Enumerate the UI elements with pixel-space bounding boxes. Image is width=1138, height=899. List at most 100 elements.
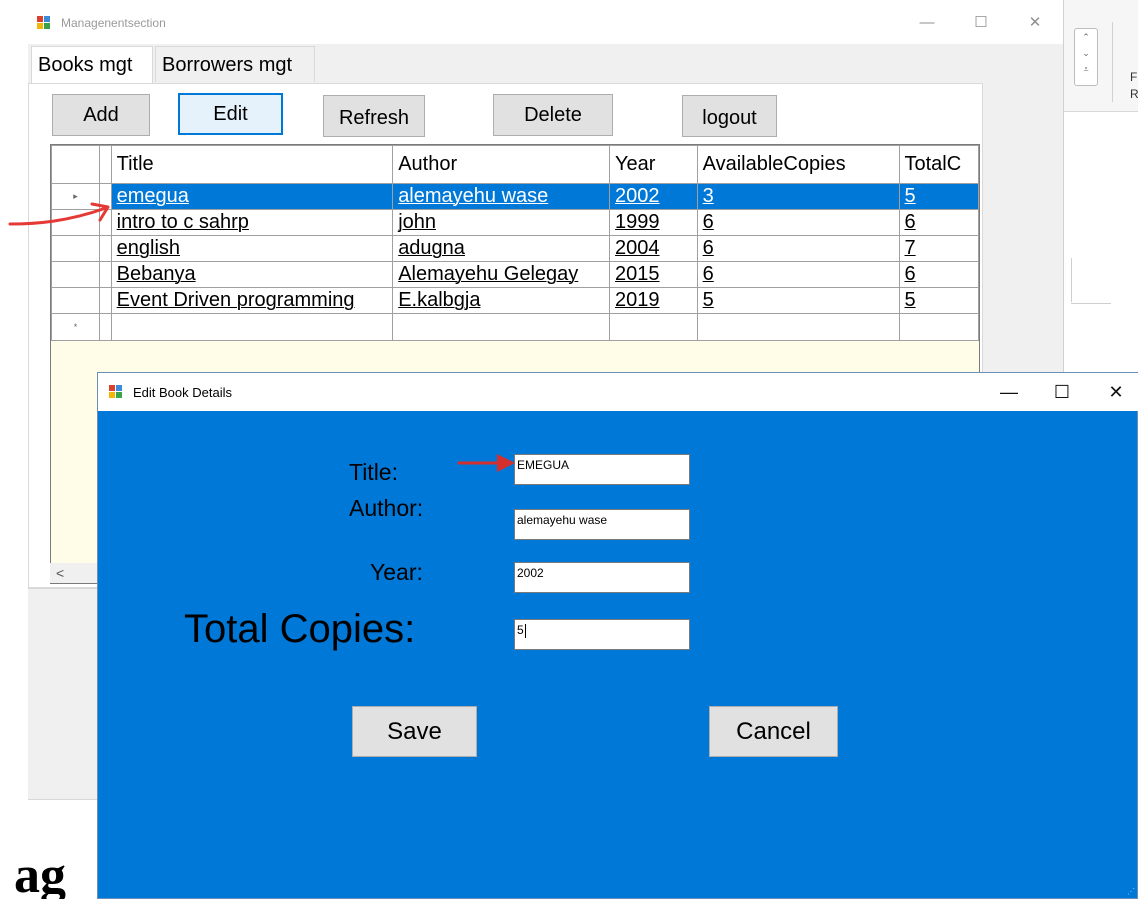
total-copies-label: Total Copies: xyxy=(184,607,416,651)
background-page-text: ag xyxy=(14,847,66,899)
title-label: Title: xyxy=(349,459,398,485)
cell-author[interactable]: adugna xyxy=(392,235,611,262)
logout-button[interactable]: logout xyxy=(682,95,777,137)
total-copies-value: 5 xyxy=(517,623,524,637)
cell-title[interactable]: Bebanya xyxy=(110,261,394,288)
annotation-arrow-icon xyxy=(8,202,110,226)
background-panel xyxy=(28,588,98,800)
new-cell[interactable] xyxy=(696,313,900,341)
row-header[interactable] xyxy=(51,235,101,262)
delete-button-label: Delete xyxy=(524,104,582,126)
edit-book-dialog: Edit Book Details — ☐ ✕ Title: Author: Y… xyxy=(97,372,1138,899)
column-header-year[interactable]: Year xyxy=(609,145,698,184)
window-titlebar: Managenentsection — ☐ ✕ xyxy=(28,0,1063,44)
year-field[interactable]: 2002 xyxy=(514,562,690,593)
tab-borrowers-mgt[interactable]: Borrowers mgt xyxy=(155,46,315,82)
close-icon[interactable]: ✕ xyxy=(1093,377,1138,407)
new-cell[interactable] xyxy=(392,313,611,341)
cell-year[interactable]: 2015 xyxy=(609,261,698,288)
cell-title[interactable]: intro to c sahrp xyxy=(110,209,394,236)
cell-author[interactable]: Alemayehu Gelegay xyxy=(392,261,611,288)
row-header-corner xyxy=(51,145,101,184)
add-button[interactable]: Add xyxy=(52,94,150,136)
table-row[interactable]: Event Driven programming E.kalbgja 2019 … xyxy=(51,287,979,314)
ribbon-spinner[interactable]: ⌃ ⌄ ⩡ xyxy=(1074,28,1098,86)
row-header-corner xyxy=(99,145,112,184)
new-cell[interactable] xyxy=(898,313,979,341)
column-header-author[interactable]: Author xyxy=(392,145,611,184)
minimize-icon[interactable]: — xyxy=(904,8,950,38)
cell-year[interactable]: 1999 xyxy=(609,209,698,236)
grid-header-row: Title Author Year AvailableCopies TotalC xyxy=(51,145,979,184)
cell-year[interactable]: 2004 xyxy=(609,235,698,262)
column-header-total-copies[interactable]: TotalC xyxy=(898,145,979,184)
delete-button[interactable]: Delete xyxy=(493,94,613,136)
cell-title[interactable]: emegua xyxy=(110,183,394,210)
cell-available-copies[interactable]: 3 xyxy=(696,183,900,210)
cell-year[interactable]: 2019 xyxy=(609,287,698,314)
maximize-icon[interactable]: ☐ xyxy=(958,8,1004,38)
cell-available-copies[interactable]: 6 xyxy=(696,261,900,288)
maximize-icon[interactable]: ☐ xyxy=(1039,377,1085,407)
cell-total-copies[interactable]: 7 xyxy=(898,235,979,262)
row-header xyxy=(99,261,112,288)
row-header[interactable] xyxy=(51,287,101,314)
year-label: Year: xyxy=(370,559,423,585)
column-header-available-copies[interactable]: AvailableCopies xyxy=(696,145,900,184)
column-header-title[interactable]: Title xyxy=(110,145,394,184)
new-row[interactable]: * xyxy=(51,313,979,341)
cell-year[interactable]: 2002 xyxy=(609,183,698,210)
new-cell[interactable] xyxy=(110,313,394,341)
row-header xyxy=(99,313,112,341)
refresh-button[interactable]: Refresh xyxy=(323,95,425,137)
dialog-app-icon xyxy=(109,385,123,399)
save-button[interactable]: Save xyxy=(352,706,477,757)
add-button-label: Add xyxy=(83,104,119,126)
app-icon xyxy=(37,16,51,30)
ribbon-letter: F xyxy=(1130,70,1138,84)
title-field[interactable]: EMEGUA xyxy=(514,454,690,485)
cell-title[interactable]: Event Driven programming xyxy=(110,287,394,314)
cell-total-copies[interactable]: 6 xyxy=(898,209,979,236)
cell-total-copies[interactable]: 5 xyxy=(898,183,979,210)
cell-author[interactable]: E.kalbgja xyxy=(392,287,611,314)
new-cell[interactable] xyxy=(609,313,698,341)
spinner-more-icon[interactable]: ⩡ xyxy=(1075,61,1097,77)
minimize-icon[interactable]: — xyxy=(986,377,1032,407)
window-title: Managenentsection xyxy=(61,16,166,30)
cell-author[interactable]: john xyxy=(392,209,611,236)
cell-title[interactable]: english xyxy=(110,235,394,262)
dialog-titlebar: Edit Book Details — ☐ ✕ xyxy=(98,373,1138,411)
cancel-button[interactable]: Cancel xyxy=(709,706,838,757)
table-row[interactable]: ▸ emegua alemayehu wase 2002 3 5 xyxy=(51,183,979,210)
row-header[interactable] xyxy=(51,261,101,288)
author-field[interactable]: alemayehu wase xyxy=(514,509,690,540)
author-label: Author: xyxy=(349,495,424,521)
close-icon[interactable]: ✕ xyxy=(1012,8,1058,38)
books-table: Title Author Year AvailableCopies TotalC… xyxy=(51,145,979,341)
text-caret xyxy=(524,623,526,638)
table-row[interactable]: Bebanya Alemayehu Gelegay 2015 6 6 xyxy=(51,261,979,288)
tab-books-mgt[interactable]: Books mgt xyxy=(31,46,153,84)
edit-button[interactable]: Edit xyxy=(178,93,283,135)
cell-total-copies[interactable]: 5 xyxy=(898,287,979,314)
ribbon-letter: R xyxy=(1130,87,1138,101)
table-row[interactable]: intro to c sahrp john 1999 6 6 xyxy=(51,209,979,236)
annotation-arrow-icon xyxy=(457,454,515,472)
table-row[interactable]: english adugna 2004 6 7 xyxy=(51,235,979,262)
spinner-down-icon[interactable]: ⌄ xyxy=(1075,45,1097,61)
spinner-up-icon[interactable]: ⌃ xyxy=(1075,29,1097,45)
ribbon-divider xyxy=(1112,22,1113,102)
cell-available-copies[interactable]: 6 xyxy=(696,235,900,262)
cell-available-copies[interactable]: 5 xyxy=(696,287,900,314)
dialog-title: Edit Book Details xyxy=(133,385,232,400)
logout-button-label: logout xyxy=(702,107,757,129)
document-border xyxy=(1071,258,1072,302)
resize-grip-icon[interactable]: ⋰ xyxy=(1127,887,1135,896)
refresh-button-label: Refresh xyxy=(338,107,410,129)
cell-available-copies[interactable]: 6 xyxy=(696,209,900,236)
cell-author[interactable]: alemayehu wase xyxy=(392,183,611,210)
total-copies-field[interactable]: 5 xyxy=(514,619,690,650)
cell-total-copies[interactable]: 6 xyxy=(898,261,979,288)
new-row-icon[interactable]: * xyxy=(51,313,101,341)
